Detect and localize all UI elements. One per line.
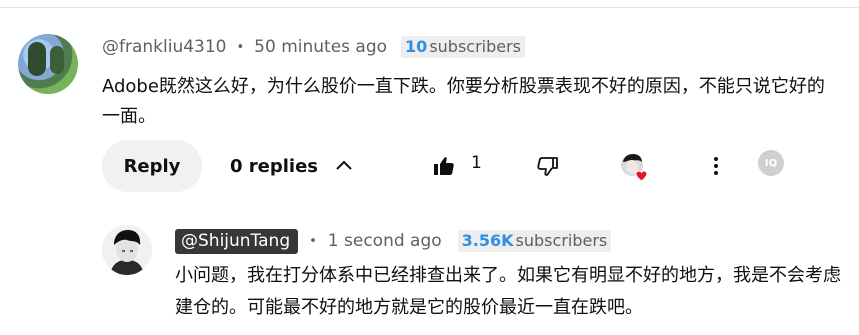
reply-timestamp[interactable]: 1 second ago [328, 231, 442, 251]
iq-extension-icon[interactable]: IQ [758, 150, 784, 176]
reply-avatar-image [102, 225, 152, 275]
meta-separator: • [309, 233, 317, 249]
replies-count-label: 0 replies [230, 155, 319, 177]
subscribers-badge: 10 subscribers [401, 36, 526, 58]
subscribers-count: 10 [405, 37, 428, 56]
reply-avatar[interactable] [102, 225, 152, 275]
comment-text: Adobe既然这么好，为什么股价一直下跌。你要分析股票表现不好的原因，不能只说它… [102, 76, 825, 127]
reply-text: 小问题，我在打分体系中已经排查出来了。如果它有明显不好的地方，我是不会考虑建仓的… [175, 265, 841, 318]
channel-owner-handle[interactable]: @ShijunTang [175, 228, 299, 254]
subscribers-label: subscribers [515, 231, 608, 250]
reply-header: @ShijunTang • 1 second ago 3.56K subscri… [175, 227, 612, 255]
subscribers-label: subscribers [429, 37, 522, 56]
subscribers-badge: 3.56K subscribers [457, 230, 612, 252]
creator-heart-icon [621, 154, 648, 182]
meta-separator: • [236, 39, 245, 55]
comment-actions: Reply 0 replies 1 IQ [102, 140, 842, 192]
reply-button[interactable]: Reply [102, 140, 202, 192]
like-count: 1 [471, 153, 482, 173]
commenter-avatar[interactable] [18, 34, 78, 94]
more-vertical-icon[interactable] [704, 154, 728, 178]
top-divider [0, 0, 859, 8]
commenter-handle[interactable]: @frankliu4310 [102, 37, 227, 57]
comment-timestamp[interactable]: 50 minutes ago [254, 37, 387, 57]
thumbs-up-icon[interactable] [432, 154, 456, 178]
subscribers-count: 3.56K [461, 231, 514, 250]
thumbs-down-icon[interactable] [536, 154, 560, 178]
chevron-up-icon [336, 160, 352, 170]
comment-header: @frankliu4310 • 50 minutes ago 10 subscr… [102, 35, 526, 59]
replies-toggle-button[interactable]: 0 replies [230, 140, 356, 192]
